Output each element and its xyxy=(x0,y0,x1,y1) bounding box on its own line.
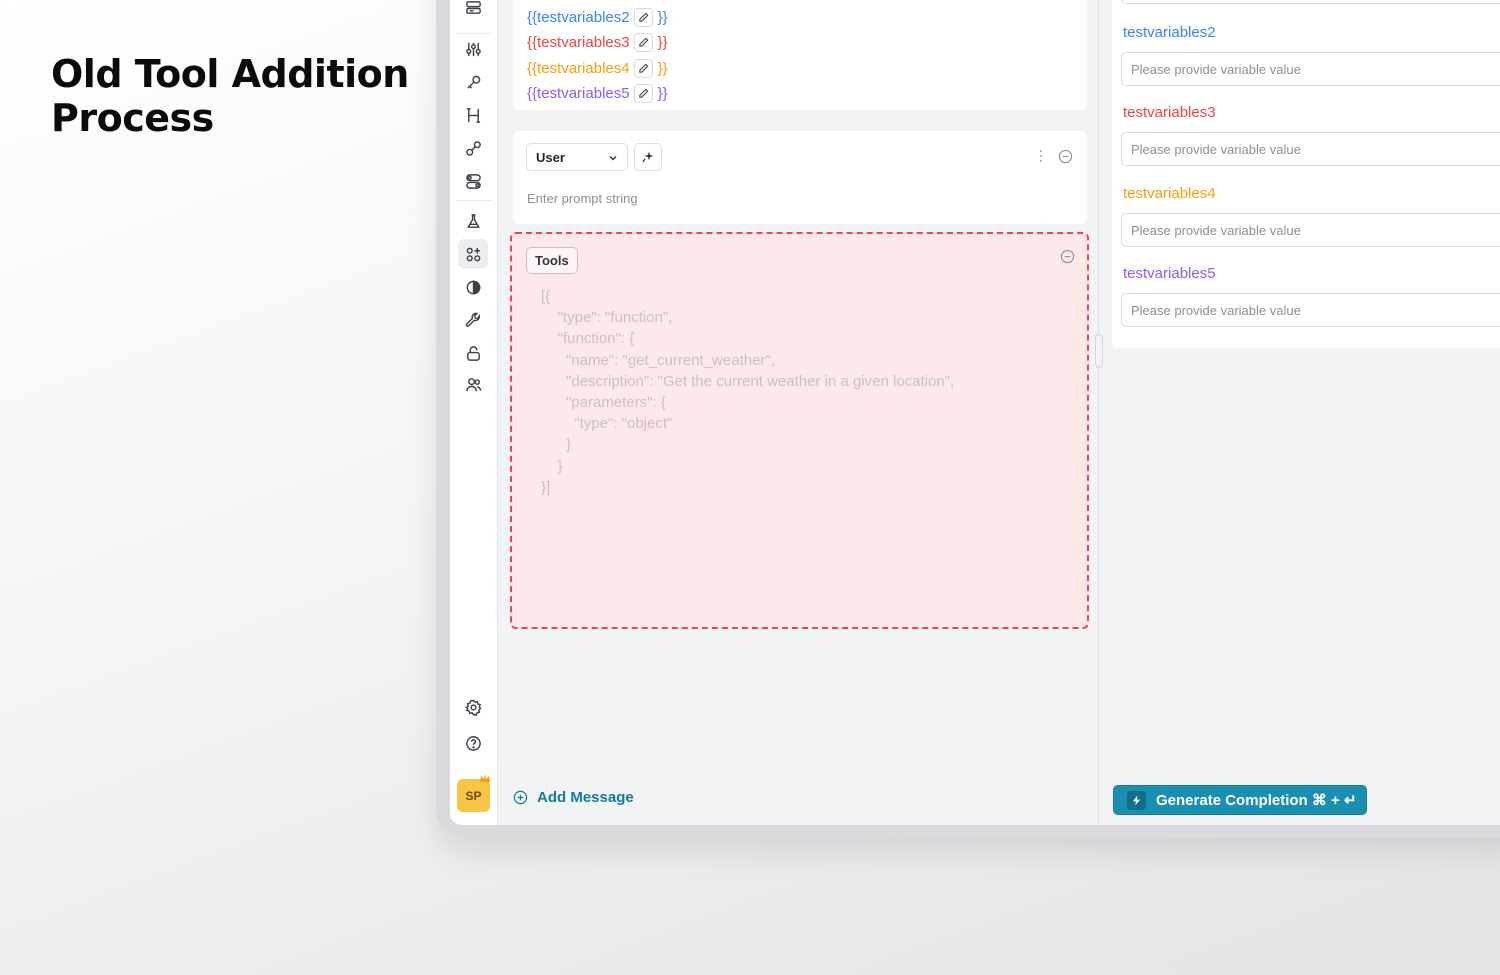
wrench-icon[interactable] xyxy=(462,309,484,331)
sparkle-icon xyxy=(642,151,654,163)
sidebar-divider xyxy=(456,33,492,34)
sliders-icon[interactable] xyxy=(462,38,484,60)
role-select[interactable]: User xyxy=(526,143,628,171)
variable-label: testvariables5 xyxy=(1123,265,1216,282)
variable-input-cut[interactable] xyxy=(1121,0,1500,4)
variable-value-input[interactable]: Please provide variable value xyxy=(1121,213,1500,247)
pencil-icon xyxy=(638,63,648,73)
toggles-icon[interactable] xyxy=(462,170,484,192)
token-name: testvariables2 xyxy=(537,8,630,26)
variable-value-input[interactable]: Please provide variable value xyxy=(1121,293,1500,327)
variable-token: {{testvariables4}} xyxy=(527,58,668,78)
contrast-icon[interactable] xyxy=(462,276,484,298)
remove-tools-icon[interactable] xyxy=(1060,249,1075,264)
link-icon[interactable] xyxy=(462,137,484,159)
flask-icon[interactable] xyxy=(462,210,484,232)
crown-icon xyxy=(480,774,490,782)
plus-circle-icon xyxy=(513,790,528,805)
variable-value-input[interactable]: Please provide variable value xyxy=(1121,52,1500,86)
input-placeholder: Please provide variable value xyxy=(1131,302,1301,318)
token-name: testvariables5 xyxy=(537,84,630,102)
pencil-icon xyxy=(638,37,648,47)
key-icon[interactable] xyxy=(462,71,484,93)
prompt-card-variables: {{testvariables2}} {{testvariables3}} {{… xyxy=(513,0,1087,110)
help-icon[interactable] xyxy=(462,732,484,754)
headline-line-1: Old Tool Addition xyxy=(51,52,409,96)
prompt-input[interactable]: Enter prompt string xyxy=(527,191,638,206)
token-open: {{ xyxy=(527,84,538,102)
add-message-label: Add Message xyxy=(537,789,634,806)
generate-completion-button[interactable]: Generate Completion ⌘ + ↵ xyxy=(1113,785,1367,815)
variable-label: testvariables4 xyxy=(1123,185,1216,202)
apps-icon[interactable] xyxy=(458,239,488,269)
token-name: testvariables4 xyxy=(537,59,630,77)
variable-value-input[interactable]: Please provide variable value xyxy=(1121,132,1500,166)
chevron-down-icon xyxy=(609,156,617,161)
edit-variable-button[interactable] xyxy=(633,7,653,27)
edit-variable-button[interactable] xyxy=(633,58,653,78)
sidebar: SP xyxy=(450,0,498,825)
variables-panel: testvariables2 Please provide variable v… xyxy=(1112,0,1500,348)
variable-label: testvariables2 xyxy=(1123,24,1216,41)
magic-button[interactable] xyxy=(634,143,662,171)
lock-icon[interactable] xyxy=(462,342,484,364)
variable-token: {{testvariables2}} xyxy=(527,7,668,27)
role-select-value: User xyxy=(536,149,565,165)
variable-token: {{testvariables5}} xyxy=(527,83,668,103)
token-name: testvariables3 xyxy=(537,33,630,51)
token-open: {{ xyxy=(527,33,538,51)
sidebar-divider xyxy=(456,200,492,201)
remove-message-icon[interactable] xyxy=(1058,149,1073,164)
panel-splitter xyxy=(1098,0,1099,825)
input-placeholder: Please provide variable value xyxy=(1131,222,1301,238)
variable-label: testvariables3 xyxy=(1123,104,1216,121)
token-close: }} xyxy=(657,59,668,77)
gear-icon[interactable] xyxy=(462,696,484,718)
token-open: {{ xyxy=(527,59,538,77)
token-close: }} xyxy=(657,33,668,51)
app-window: SP {{testvariables2}} {{testvariables3}}… xyxy=(450,0,1500,825)
add-message-button[interactable]: Add Message xyxy=(513,789,634,806)
pencil-icon xyxy=(638,88,648,98)
headline-line-2: Process xyxy=(51,96,214,140)
token-close: }} xyxy=(657,84,668,102)
pencil-icon xyxy=(638,12,648,22)
more-icon[interactable] xyxy=(1039,149,1043,163)
tools-label: Tools xyxy=(526,247,578,274)
input-placeholder: Please provide variable value xyxy=(1131,61,1301,77)
edit-variable-button[interactable] xyxy=(633,83,653,103)
users-icon[interactable] xyxy=(462,373,484,395)
resize-handle[interactable] xyxy=(1095,334,1103,368)
avatar[interactable]: SP xyxy=(457,779,490,812)
generate-completion-label: Generate Completion ⌘ + ↵ xyxy=(1156,792,1357,809)
variable-token: {{testvariables3}} xyxy=(527,32,668,52)
token-close: }} xyxy=(657,8,668,26)
bolt-icon xyxy=(1127,790,1146,810)
tools-code-editor[interactable]: [{ "type": "function", "function": { "na… xyxy=(541,286,954,498)
input-placeholder: Please provide variable value xyxy=(1131,141,1301,157)
message-card: User Enter prompt string xyxy=(513,131,1087,224)
edit-variable-button[interactable] xyxy=(633,32,653,52)
page-headline: Old Tool Addition Process xyxy=(51,52,409,140)
structure-icon[interactable] xyxy=(462,104,484,126)
token-open: {{ xyxy=(527,8,538,26)
tools-section: Tools [{ "type": "function", "function":… xyxy=(510,232,1089,629)
database-icon[interactable] xyxy=(462,0,484,19)
